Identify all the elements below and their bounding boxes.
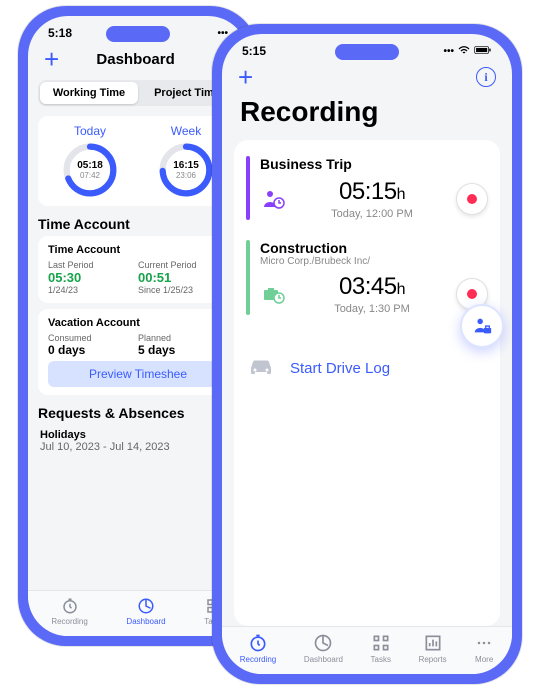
ring-week[interactable]: Week 16:15 23:06 bbox=[158, 124, 214, 198]
color-bar bbox=[246, 156, 250, 220]
ring-week-value: 16:15 bbox=[173, 160, 199, 171]
wifi-icon bbox=[458, 45, 470, 58]
entry-title: Construction bbox=[260, 240, 488, 256]
preview-timesheet-button[interactable]: Preview Timeshee bbox=[48, 361, 228, 387]
record-button[interactable] bbox=[456, 183, 488, 215]
add-button[interactable]: + bbox=[238, 64, 253, 90]
vacation-card: Vacation Account Consumed 0 days Planned… bbox=[38, 309, 238, 395]
tab-label: Reports bbox=[419, 655, 447, 664]
recording-entry-business-trip[interactable]: Business Trip 05:15h Today, 12:00 PM bbox=[246, 156, 488, 220]
time-account-heading: Time Account bbox=[38, 216, 238, 232]
phone-recording: 5:15 ••• + i Recording Business Tr bbox=[212, 24, 522, 684]
entry-time: 03:45h bbox=[339, 273, 405, 300]
notch bbox=[106, 26, 170, 42]
tab-label: Tasks bbox=[371, 655, 391, 664]
drive-log-label: Start Drive Log bbox=[290, 360, 390, 377]
tab-dashboard-label: Dashboard bbox=[126, 617, 165, 626]
info-button[interactable]: i bbox=[476, 67, 496, 87]
color-bar bbox=[246, 240, 250, 315]
notch bbox=[335, 44, 399, 60]
car-icon bbox=[246, 355, 276, 381]
start-drive-log-button[interactable]: Start Drive Log bbox=[246, 355, 488, 381]
last-period-date: 1/24/23 bbox=[48, 285, 138, 295]
request-title: Holidays bbox=[40, 429, 236, 441]
tab-label: Dashboard bbox=[304, 655, 343, 664]
ring-today[interactable]: Today 05:18 07:42 bbox=[62, 124, 118, 198]
status-time: 5:18 bbox=[48, 26, 72, 40]
tab-dashboard[interactable]: Dashboard bbox=[304, 633, 343, 664]
ring-week-label: Week bbox=[158, 124, 214, 138]
cellular-icon: ••• bbox=[443, 46, 454, 57]
status-time: 5:15 bbox=[242, 44, 266, 58]
time-account-card: Time Account Last Period 05:30 1/24/23 C… bbox=[38, 236, 238, 303]
tab-label: Recording bbox=[240, 655, 276, 664]
tab-reports[interactable]: Reports bbox=[419, 633, 447, 664]
ring-today-sub: 07:42 bbox=[80, 171, 100, 180]
tab-more[interactable]: More bbox=[474, 633, 494, 664]
briefcase-clock-icon bbox=[260, 282, 288, 306]
person-clock-icon bbox=[260, 187, 288, 211]
segmented-control[interactable]: Working Time Project Time bbox=[38, 80, 238, 106]
entry-date: Today, 1:30 PM bbox=[296, 303, 448, 315]
request-dates: Jul 10, 2023 - Jul 14, 2023 bbox=[40, 441, 236, 453]
recording-entry-construction[interactable]: Construction Micro Corp./Brubeck Inc/ 03… bbox=[246, 240, 488, 315]
requests-heading: Requests & Absences bbox=[38, 405, 238, 421]
tab-recording-label: Recording bbox=[51, 617, 87, 626]
vacation-heading: Vacation Account bbox=[48, 317, 228, 329]
add-button[interactable]: + bbox=[44, 46, 59, 72]
ring-today-value: 05:18 bbox=[77, 160, 103, 171]
time-account-subheading: Time Account bbox=[48, 244, 228, 256]
status-icons: ••• bbox=[443, 45, 492, 58]
last-period-label: Last Period bbox=[48, 260, 138, 270]
last-period-value: 05:30 bbox=[48, 270, 138, 285]
tab-label: More bbox=[475, 655, 493, 664]
header: + i bbox=[222, 62, 512, 96]
time-rings-card: Today 05:18 07:42 Week 16:15 bbox=[38, 116, 238, 206]
page-title: Dashboard bbox=[59, 51, 212, 68]
ring-today-label: Today bbox=[62, 124, 118, 138]
battery-icon bbox=[474, 45, 492, 58]
seg-working-time[interactable]: Working Time bbox=[40, 82, 138, 104]
tabbar: Recording Dashboard Tasks Reports More bbox=[222, 626, 512, 674]
tab-recording[interactable]: Recording bbox=[240, 633, 276, 664]
consumed-value: 0 days bbox=[48, 343, 138, 357]
tab-dashboard[interactable]: Dashboard bbox=[126, 597, 165, 626]
screen: 5:15 ••• + i Recording Business Tr bbox=[222, 34, 512, 674]
tab-recording[interactable]: Recording bbox=[51, 597, 87, 626]
person-fab-button[interactable] bbox=[460, 304, 504, 348]
ring-week-sub: 23:06 bbox=[176, 171, 196, 180]
entry-date: Today, 12:00 PM bbox=[296, 208, 448, 220]
recording-content: Business Trip 05:15h Today, 12:00 PM bbox=[234, 140, 500, 626]
tab-tasks[interactable]: Tasks bbox=[371, 633, 391, 664]
request-item[interactable]: Holidays Jul 10, 2023 - Jul 14, 2023 bbox=[38, 425, 238, 457]
page-title: Recording bbox=[222, 96, 512, 136]
entry-time: 05:15h bbox=[339, 178, 405, 205]
entry-subtitle: Micro Corp./Brubeck Inc/ bbox=[260, 256, 488, 267]
entry-title: Business Trip bbox=[260, 156, 488, 172]
consumed-label: Consumed bbox=[48, 333, 138, 343]
